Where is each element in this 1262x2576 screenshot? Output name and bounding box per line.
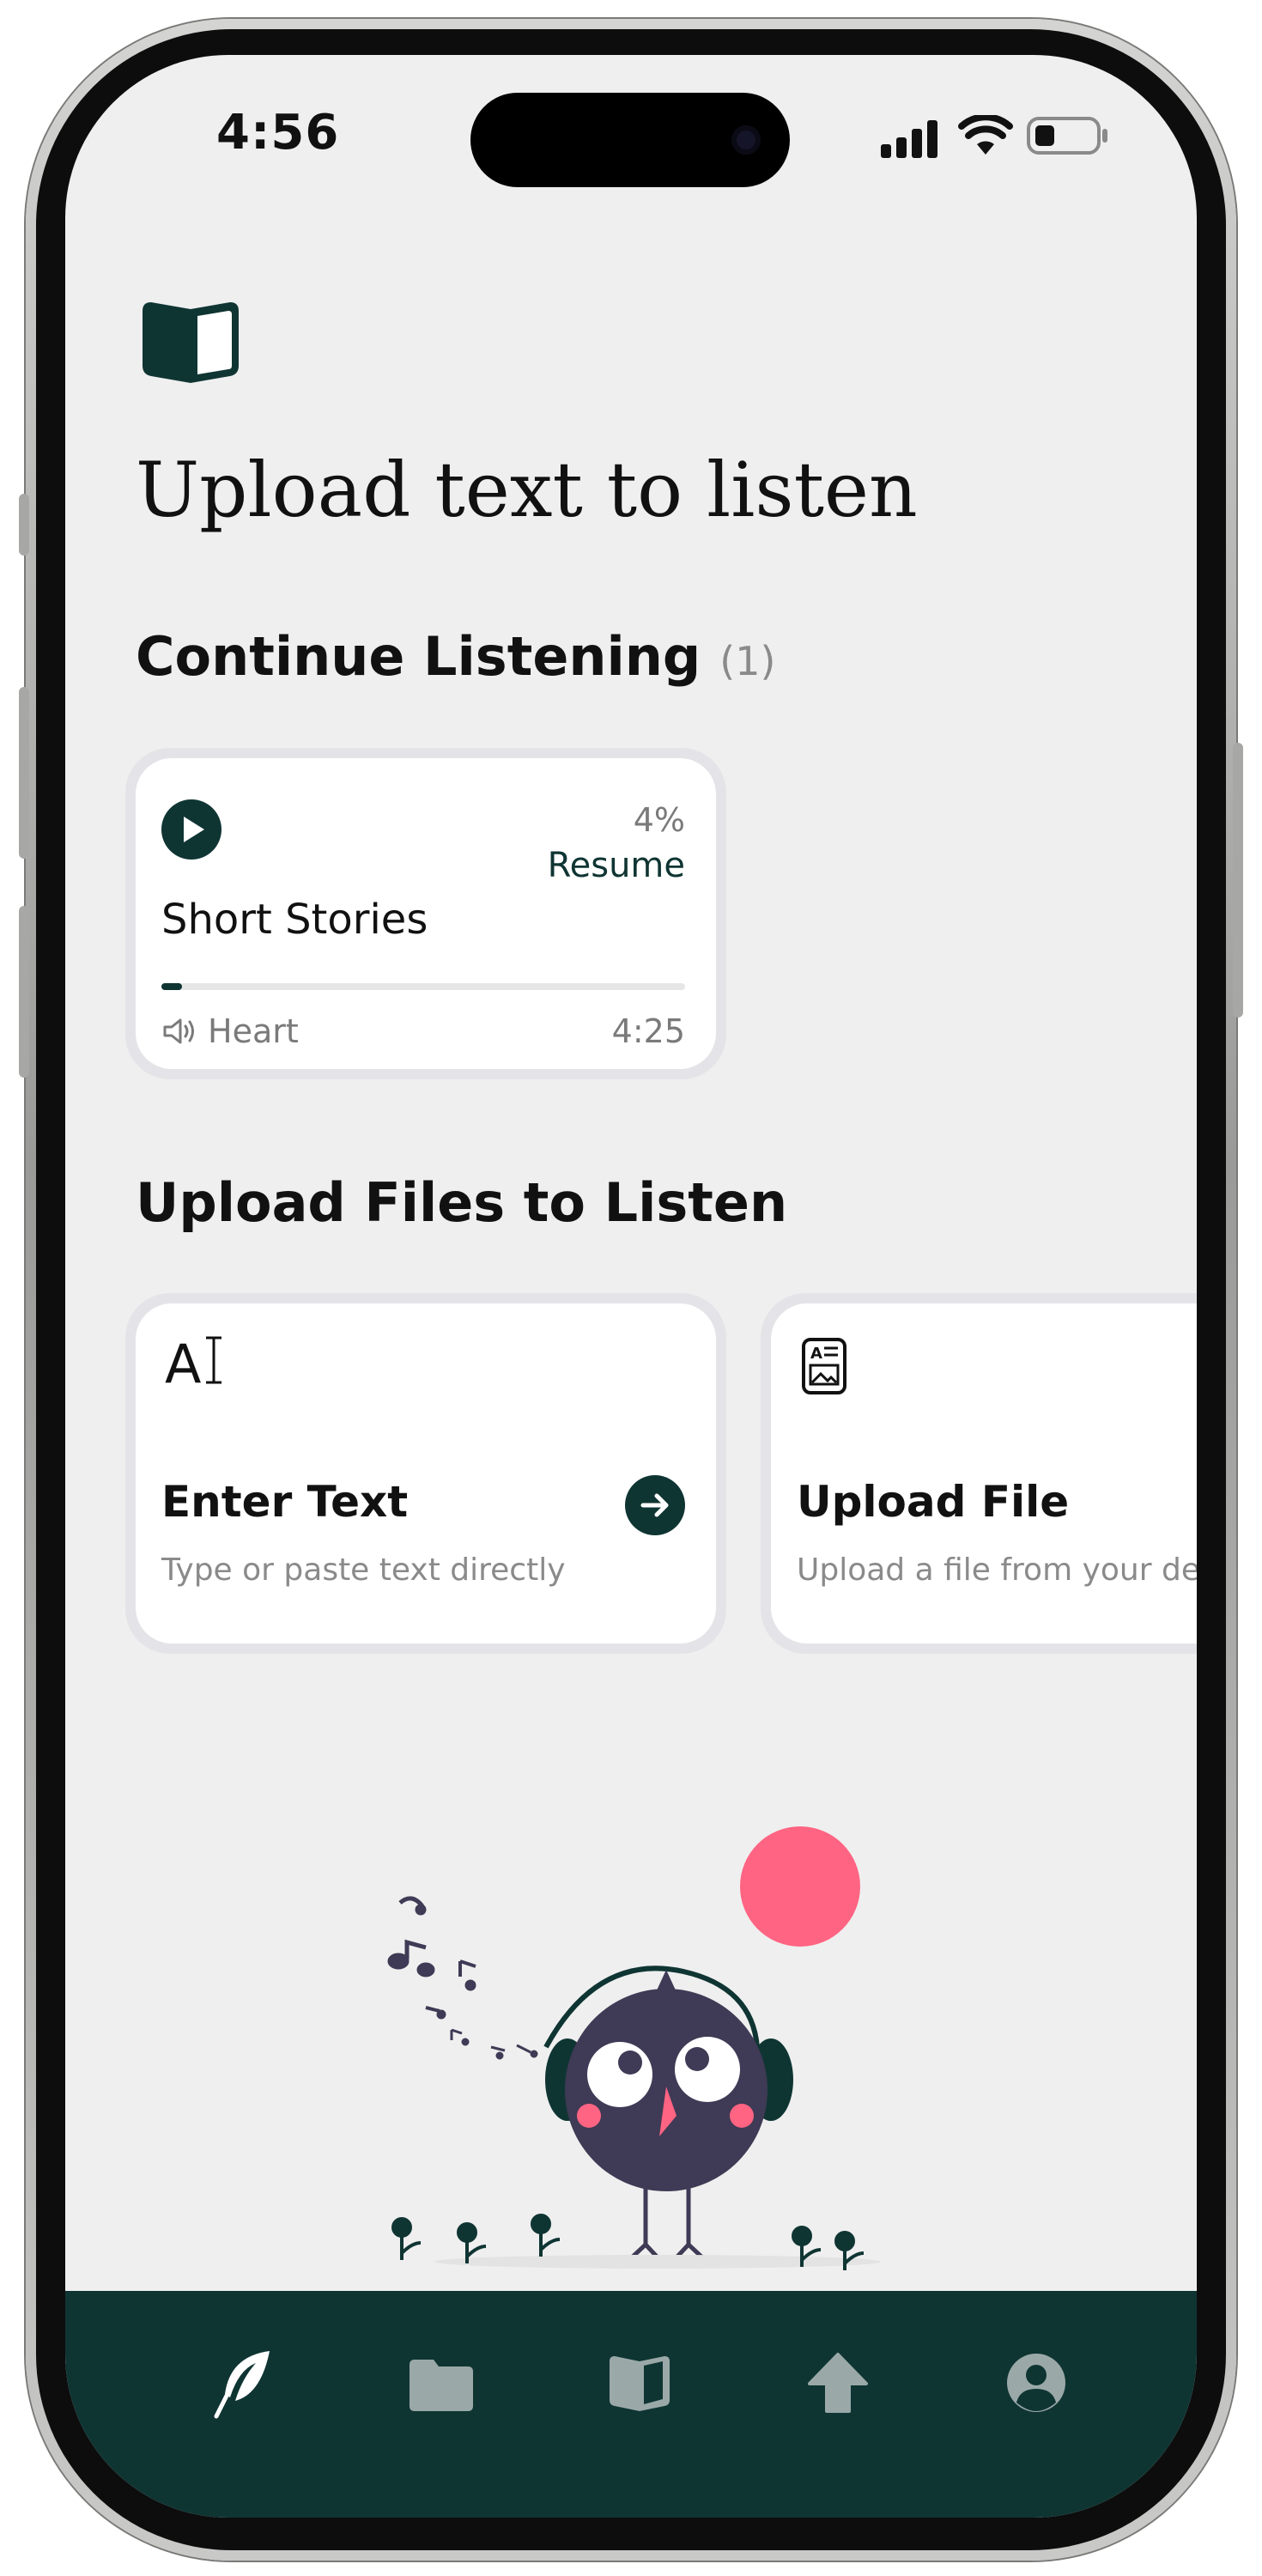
power-button <box>1233 743 1243 1018</box>
status-time: 4:56 <box>216 105 340 161</box>
enter-text-card[interactable]: A Enter Text Type or paste text directly <box>125 1293 726 1654</box>
story-title: Short Stories <box>161 896 428 944</box>
speaker-icon <box>163 1018 194 1044</box>
action-button <box>19 494 29 556</box>
nav-home[interactable] <box>204 2344 282 2421</box>
text-cursor-icon: A <box>165 1333 225 1395</box>
progress-fill <box>161 983 183 990</box>
nav-reader[interactable] <box>601 2344 678 2421</box>
music-notes <box>387 1896 538 2060</box>
continue-listening-card[interactable]: 4% Resume Short Stories Heart 4:25 <box>125 748 726 1079</box>
progress-percent: 4% <box>633 801 685 839</box>
sun-circle <box>740 1826 860 1947</box>
arrow-right-icon <box>640 1493 669 1517</box>
document-image-icon: A <box>802 1338 846 1394</box>
continue-listening-title: Continue Listening <box>136 625 701 688</box>
voice-name: Heart <box>208 1012 299 1050</box>
play-icon <box>184 817 204 842</box>
svg-text:A: A <box>810 1345 822 1363</box>
continue-listening-heading: Continue Listening (1) <box>136 625 775 688</box>
resume-link[interactable]: Resume <box>548 846 685 885</box>
feather-icon <box>214 2351 270 2419</box>
folder-icon <box>410 2360 473 2411</box>
enter-text-subtitle: Type or paste text directly <box>161 1552 566 1588</box>
upload-files-heading: Upload Files to Listen <box>136 1171 788 1234</box>
volume-down-button <box>19 906 29 1078</box>
play-button[interactable] <box>161 799 221 860</box>
bottom-nav <box>65 2291 1197 2518</box>
upload-arrow-icon <box>808 2353 868 2413</box>
status-icons <box>879 115 1107 158</box>
upload-file-subtitle: Upload a file from your device <box>797 1552 1197 1588</box>
book-icon <box>610 2356 670 2411</box>
duration: 4:25 <box>611 1012 685 1050</box>
book-logo-icon <box>143 302 239 383</box>
enter-text-title: Enter Text <box>161 1477 409 1527</box>
profile-icon <box>1007 2354 1065 2412</box>
voice-info: Heart <box>161 1012 299 1050</box>
nav-library[interactable] <box>403 2344 480 2421</box>
upload-file-card[interactable]: A Upload File Upload a file from your de… <box>761 1293 1197 1654</box>
continue-listening-count: (1) <box>719 638 776 684</box>
bird-illustration <box>387 1826 881 2270</box>
signal-icon <box>881 120 937 158</box>
nav-upload[interactable] <box>799 2344 877 2421</box>
wifi-icon <box>958 115 1013 155</box>
upload-file-title: Upload File <box>797 1477 1070 1527</box>
progress-bar <box>161 983 685 990</box>
enter-text-arrow-button[interactable] <box>625 1475 685 1535</box>
page-title: Upload text to listen <box>136 446 918 534</box>
volume-up-button <box>19 687 29 859</box>
nav-profile[interactable] <box>998 2344 1075 2421</box>
bird <box>434 1965 881 2269</box>
battery-icon <box>1027 117 1107 155</box>
app-screen: 4:56 Upload text to listen Continue List… <box>65 55 1197 2518</box>
dynamic-island <box>470 93 790 187</box>
